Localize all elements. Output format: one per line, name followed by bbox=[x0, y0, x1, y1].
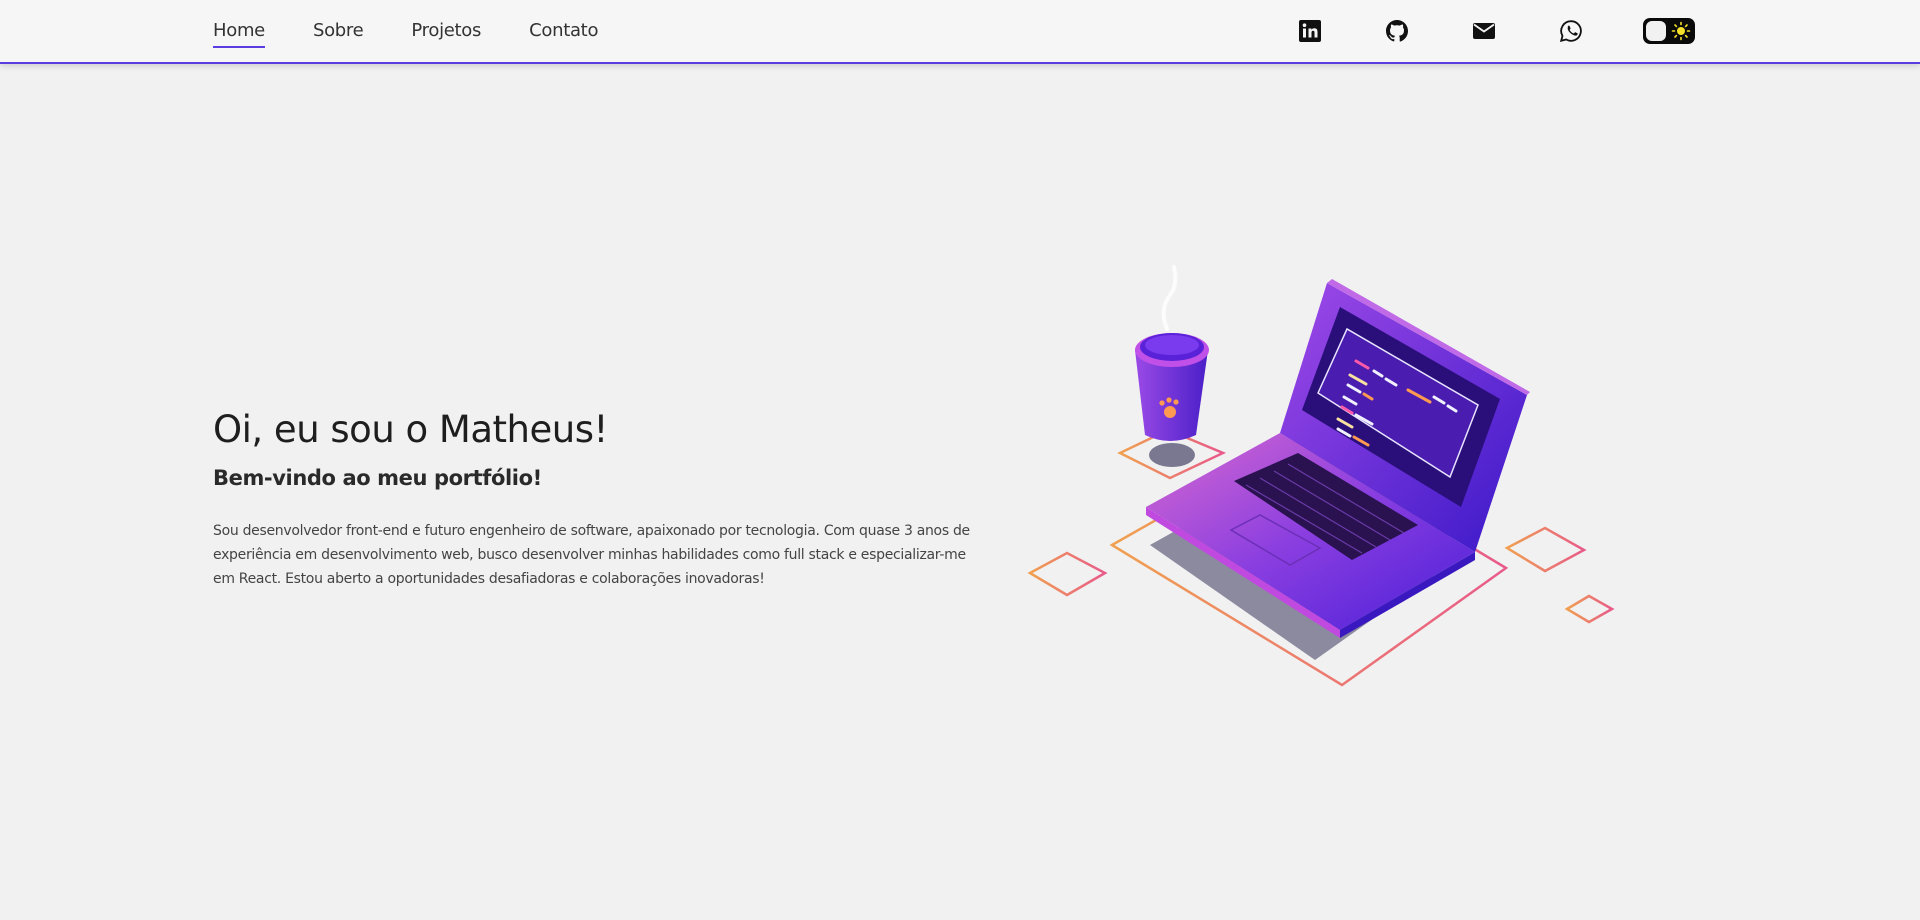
main-nav: Home Sobre Projetos Contato bbox=[213, 0, 598, 62]
sun-icon bbox=[1671, 21, 1691, 41]
diamond-right bbox=[1504, 526, 1587, 573]
nav-contato-link[interactable]: Contato bbox=[529, 18, 598, 44]
diamond-left bbox=[1027, 551, 1108, 597]
whatsapp-icon[interactable] bbox=[1558, 18, 1584, 44]
top-navbar: Home Sobre Projetos Contato bbox=[0, 0, 1920, 64]
linkedin-icon[interactable] bbox=[1297, 18, 1323, 44]
hero-description: Sou desenvolvedor front-end e futuro eng… bbox=[213, 523, 970, 587]
theme-toggle[interactable] bbox=[1643, 18, 1695, 44]
social-links bbox=[1297, 0, 1645, 62]
nav-projetos-link[interactable]: Projetos bbox=[411, 18, 481, 44]
github-icon[interactable] bbox=[1384, 18, 1410, 44]
nav-home-link[interactable]: Home bbox=[213, 18, 265, 48]
nav-sobre-link[interactable]: Sobre bbox=[313, 18, 364, 44]
diamond-small bbox=[1564, 594, 1615, 624]
laptop-coffee-illustration bbox=[1027, 265, 1615, 687]
hero-subtitle: Bem-vindo ao meu portfólio! bbox=[213, 466, 542, 490]
theme-toggle-knob bbox=[1646, 21, 1666, 41]
hero-title: Oi, eu sou o Matheus! bbox=[213, 408, 608, 451]
mail-icon[interactable] bbox=[1471, 18, 1497, 44]
